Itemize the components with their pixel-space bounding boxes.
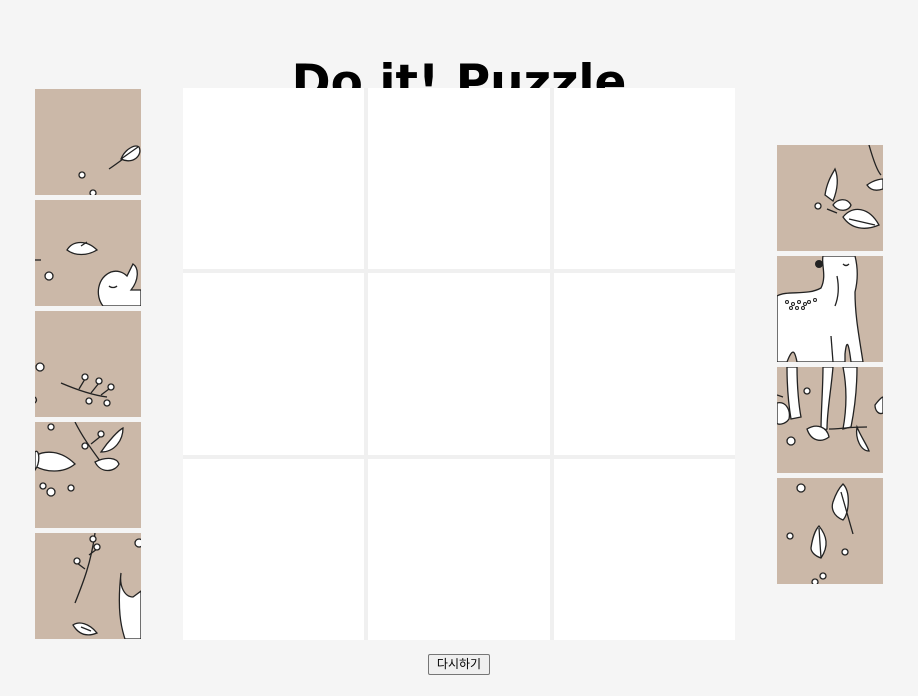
puzzle-piece[interactable] <box>35 200 141 306</box>
board-cell[interactable] <box>368 273 550 455</box>
board-cell[interactable] <box>554 273 735 455</box>
puzzle-piece[interactable] <box>777 256 883 362</box>
board-cell[interactable] <box>368 459 550 640</box>
board-cell[interactable] <box>554 88 735 269</box>
restart-button[interactable]: 다시하기 <box>428 654 490 675</box>
puzzle-piece[interactable] <box>35 533 141 639</box>
puzzle-board <box>183 88 735 640</box>
left-piece-tray <box>35 89 141 644</box>
board-cell[interactable] <box>183 459 364 640</box>
puzzle-piece[interactable] <box>777 145 883 251</box>
board-cell[interactable] <box>554 459 735 640</box>
puzzle-piece[interactable] <box>35 422 141 528</box>
board-cell[interactable] <box>183 88 364 269</box>
right-piece-tray <box>777 145 883 589</box>
puzzle-piece[interactable] <box>35 89 141 195</box>
puzzle-piece[interactable] <box>777 367 883 473</box>
puzzle-piece[interactable] <box>35 311 141 417</box>
board-cell[interactable] <box>183 273 364 455</box>
board-cell[interactable] <box>368 88 550 269</box>
puzzle-piece[interactable] <box>777 478 883 584</box>
